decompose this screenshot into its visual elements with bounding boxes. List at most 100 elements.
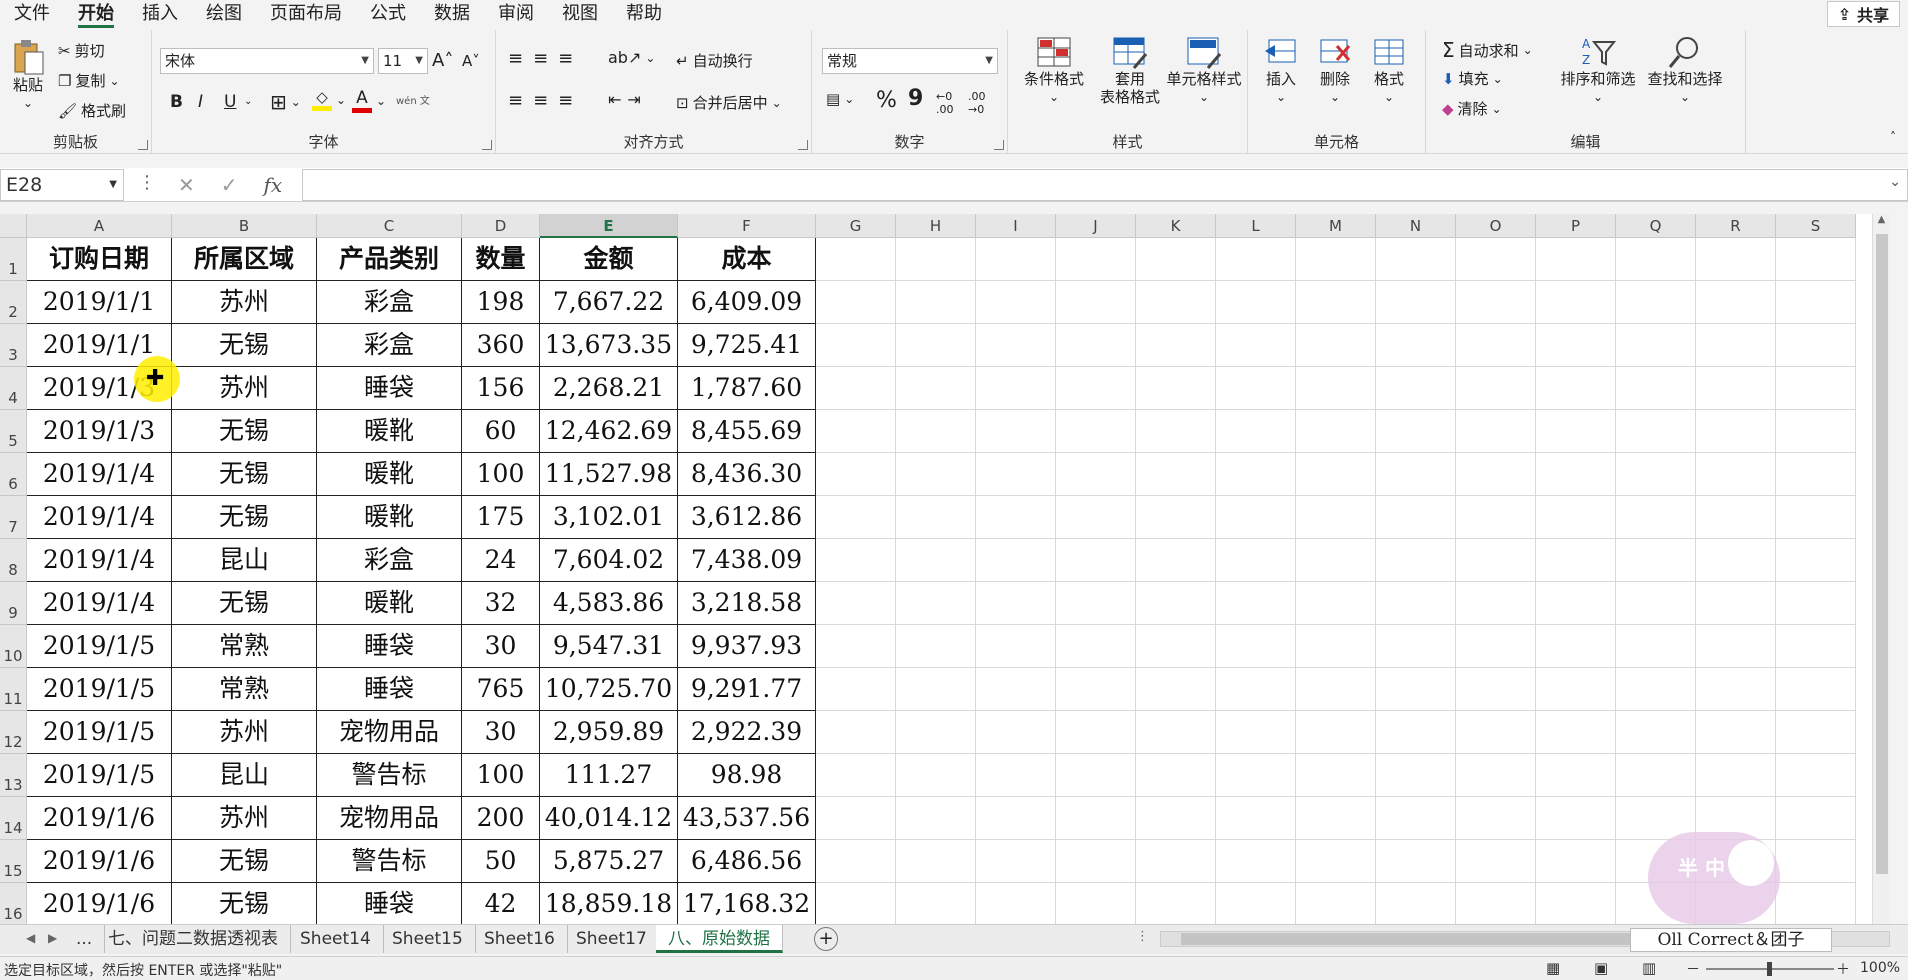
tab-sheet15[interactable]: Sheet15	[380, 925, 476, 953]
empty-cell[interactable]	[1696, 582, 1776, 625]
empty-cell[interactable]	[816, 840, 896, 883]
table-cell[interactable]: 无锡	[172, 883, 317, 924]
empty-cell[interactable]	[1216, 281, 1296, 324]
empty-cell[interactable]	[1376, 754, 1456, 797]
empty-cell[interactable]	[1216, 797, 1296, 840]
formula-input[interactable]: ⌄	[302, 169, 1908, 201]
menu-formulas[interactable]: 公式	[356, 0, 420, 28]
empty-cell[interactable]	[976, 625, 1056, 668]
empty-cell[interactable]	[1136, 539, 1216, 582]
table-cell[interactable]: 3,218.58	[678, 582, 816, 625]
table-cell[interactable]: 2019/1/5	[27, 754, 172, 797]
column-header-m[interactable]: M	[1296, 214, 1376, 238]
copy-button[interactable]: ❐ 复制 ⌄	[58, 70, 120, 91]
empty-cell[interactable]	[1136, 281, 1216, 324]
empty-cell[interactable]	[1456, 582, 1536, 625]
empty-cell[interactable]	[1536, 238, 1616, 281]
empty-cell[interactable]	[1536, 625, 1616, 668]
name-box[interactable]: E28 ▼	[0, 169, 124, 201]
column-header-l[interactable]: L	[1216, 214, 1296, 238]
comma-button[interactable]: 9	[908, 86, 923, 111]
vertical-align-buttons[interactable]: ≡≡≡	[508, 48, 583, 69]
empty-cell[interactable]	[1536, 453, 1616, 496]
column-header-s[interactable]: S	[1776, 214, 1856, 238]
row-header-1[interactable]: 1	[0, 238, 27, 281]
empty-cell[interactable]	[1376, 711, 1456, 754]
empty-cell[interactable]	[1376, 625, 1456, 668]
table-cell[interactable]: 昆山	[172, 539, 317, 582]
empty-cell[interactable]	[1056, 539, 1136, 582]
empty-cell[interactable]	[816, 797, 896, 840]
empty-cell[interactable]	[976, 754, 1056, 797]
empty-cell[interactable]	[1056, 668, 1136, 711]
column-header-b[interactable]: B	[172, 214, 317, 238]
empty-cell[interactable]	[1136, 496, 1216, 539]
empty-cell[interactable]	[976, 582, 1056, 625]
empty-cell[interactable]	[1376, 496, 1456, 539]
empty-cell[interactable]	[1776, 668, 1856, 711]
empty-cell[interactable]	[1696, 410, 1776, 453]
table-cell[interactable]: 24	[462, 539, 540, 582]
empty-cell[interactable]	[816, 883, 896, 924]
empty-cell[interactable]	[1296, 883, 1376, 924]
table-cell[interactable]: 360	[462, 324, 540, 367]
empty-cell[interactable]	[816, 711, 896, 754]
row-header-9[interactable]: 9	[0, 582, 27, 625]
table-cell[interactable]: 18,859.18	[540, 883, 678, 924]
table-cell[interactable]: 苏州	[172, 711, 317, 754]
empty-cell[interactable]	[1616, 281, 1696, 324]
enter-icon[interactable]: ✓	[221, 173, 238, 197]
empty-cell[interactable]	[1616, 711, 1696, 754]
table-cell[interactable]: 暖靴	[317, 453, 462, 496]
empty-cell[interactable]	[1056, 883, 1136, 924]
menu-help[interactable]: 帮助	[612, 0, 676, 28]
empty-cell[interactable]	[1216, 754, 1296, 797]
font-launcher[interactable]	[482, 140, 492, 150]
empty-cell[interactable]	[1616, 324, 1696, 367]
table-cell[interactable]: 无锡	[172, 840, 317, 883]
empty-cell[interactable]	[1776, 711, 1856, 754]
table-cell[interactable]: 32	[462, 582, 540, 625]
empty-cell[interactable]	[1536, 367, 1616, 410]
table-cell[interactable]: 11,527.98	[540, 453, 678, 496]
table-cell[interactable]: 200	[462, 797, 540, 840]
column-header-o[interactable]: O	[1456, 214, 1536, 238]
menu-review[interactable]: 审阅	[484, 0, 548, 28]
empty-cell[interactable]	[1536, 840, 1616, 883]
empty-cell[interactable]	[1776, 367, 1856, 410]
fill-button[interactable]: ⬇ 填充 ⌄	[1442, 68, 1503, 89]
table-cell[interactable]: 警告标	[317, 840, 462, 883]
zoom-level[interactable]: 100%	[1860, 960, 1900, 976]
table-cell[interactable]: 765	[462, 668, 540, 711]
table-cell[interactable]: 50	[462, 840, 540, 883]
row-header-12[interactable]: 12	[0, 711, 27, 754]
empty-cell[interactable]	[1056, 410, 1136, 453]
table-cell[interactable]: 4,583.86	[540, 582, 678, 625]
empty-cell[interactable]	[1216, 840, 1296, 883]
menu-page-layout[interactable]: 页面布局	[256, 0, 356, 28]
row-header-4[interactable]: 4	[0, 367, 27, 410]
format-painter-button[interactable]: 🖌 格式刷	[58, 100, 126, 121]
table-cell[interactable]: 无锡	[172, 453, 317, 496]
row-header-15[interactable]: 15	[0, 840, 27, 883]
table-cell[interactable]: 7,604.02	[540, 539, 678, 582]
empty-cell[interactable]	[1536, 668, 1616, 711]
clipboard-launcher[interactable]	[138, 140, 148, 150]
table-cell[interactable]: 睡袋	[317, 668, 462, 711]
empty-cell[interactable]	[1616, 238, 1696, 281]
tab-sheet16[interactable]: Sheet16	[472, 925, 568, 953]
cell-styles-button[interactable]: 单元格样式 ⌄	[1162, 34, 1246, 106]
empty-cell[interactable]	[1696, 324, 1776, 367]
empty-cell[interactable]	[1456, 367, 1536, 410]
sort-filter-button[interactable]: AZ 排序和筛选 ⌄	[1556, 34, 1640, 106]
empty-cell[interactable]	[1776, 883, 1856, 924]
empty-cell[interactable]	[816, 668, 896, 711]
table-cell[interactable]: 暖靴	[317, 496, 462, 539]
empty-cell[interactable]	[1056, 754, 1136, 797]
empty-cell[interactable]	[1776, 324, 1856, 367]
empty-cell[interactable]	[1216, 324, 1296, 367]
empty-cell[interactable]	[1296, 840, 1376, 883]
indent-buttons[interactable]: ⇤⇥	[608, 90, 647, 109]
empty-cell[interactable]	[1136, 797, 1216, 840]
empty-cell[interactable]	[1696, 711, 1776, 754]
